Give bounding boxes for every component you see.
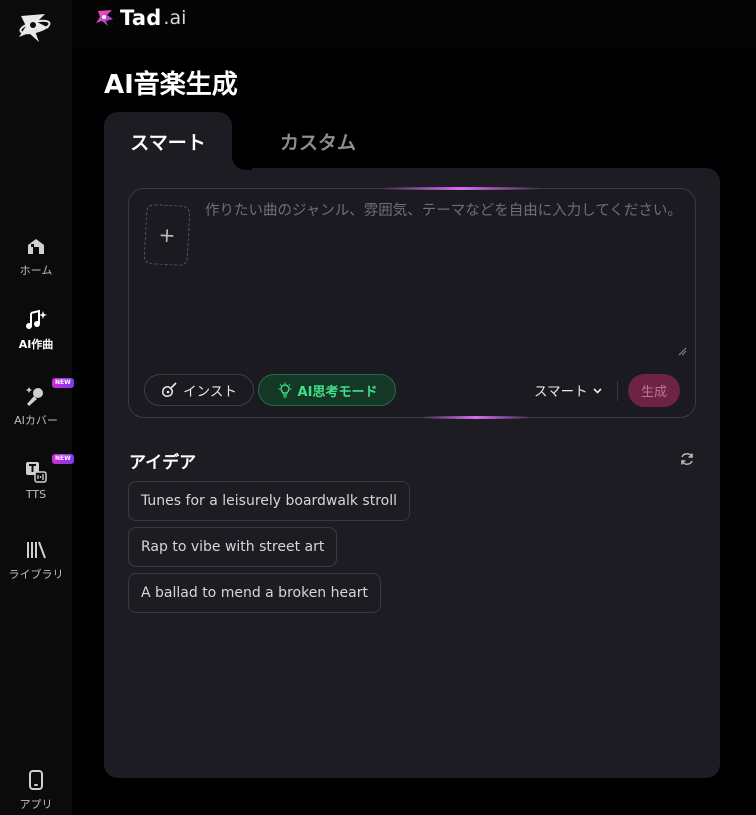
mode-dropdown[interactable]: スマート xyxy=(534,378,603,402)
idea-chip[interactable]: A ballad to mend a broken heart xyxy=(128,573,381,613)
music-sparkle-icon xyxy=(24,308,48,332)
refresh-icon[interactable] xyxy=(679,451,695,467)
sidebar-item-ai-cover[interactable]: AIカバー NEW xyxy=(0,378,74,444)
ai-thinking-mode-label: AI思考モード xyxy=(297,384,378,400)
sidebar-item-label: AIカバー xyxy=(14,414,58,427)
instrumental-toggle-button[interactable]: インスト xyxy=(144,374,254,406)
page-title: AI音楽生成 xyxy=(104,70,238,100)
tab-smart[interactable]: スマート xyxy=(104,112,232,170)
resize-handle-icon[interactable] xyxy=(678,347,687,356)
sidebar-item-app[interactable]: アプリ xyxy=(0,768,72,815)
tab-corner xyxy=(232,150,252,170)
sidebar-item-label: アプリ xyxy=(19,798,53,811)
sidebar-item-label: AI作曲 xyxy=(18,338,54,351)
sidebar: ホーム AI作曲 AIカバー NEW TTS NEW ライブラリ アプリ xyxy=(0,0,74,815)
tad-logo-icon xyxy=(96,10,113,26)
ai-thinking-mode-button[interactable]: AI思考モード xyxy=(258,374,396,406)
microphone-sparkle-icon xyxy=(24,384,48,408)
brand-suffix: .ai xyxy=(163,7,187,29)
phone-icon xyxy=(24,768,48,792)
idea-chip[interactable]: Tunes for a leisurely boardwalk stroll xyxy=(128,481,410,521)
glow-accent xyxy=(421,416,531,419)
instrumental-label: インスト xyxy=(183,384,237,400)
brand-logo[interactable]: Tad .ai xyxy=(94,6,186,30)
idea-chip[interactable]: Rap to vibe with street art xyxy=(128,527,338,567)
lightbulb-icon xyxy=(278,382,292,398)
guitar-icon xyxy=(162,382,177,397)
home-icon xyxy=(24,234,48,258)
sidebar-item-ai-compose[interactable]: AI作曲 xyxy=(0,308,72,368)
top-bar: Tad .ai xyxy=(72,0,756,48)
app-logo-icon[interactable] xyxy=(15,10,57,46)
prompt-composer: + インスト AI思考モード スマート 生成 xyxy=(128,187,696,419)
library-icon xyxy=(24,538,48,562)
sidebar-item-label: ライブラリ xyxy=(8,568,64,581)
tab-custom[interactable]: カスタム xyxy=(262,128,374,155)
sidebar-item-tts[interactable]: TTS NEW xyxy=(0,454,74,520)
mode-dropdown-value: スマート xyxy=(534,384,588,400)
glow-accent xyxy=(381,187,541,190)
new-badge: NEW xyxy=(52,454,74,464)
generate-button[interactable]: 生成 xyxy=(628,374,680,407)
divider xyxy=(617,381,618,401)
ideas-heading: アイデア xyxy=(129,453,197,473)
text-to-speech-icon xyxy=(24,460,48,484)
brand-name: Tad xyxy=(120,6,162,30)
sidebar-item-library[interactable]: ライブラリ xyxy=(0,538,72,598)
sidebar-item-home[interactable]: ホーム xyxy=(0,234,72,294)
chevron-down-icon xyxy=(593,387,602,394)
prompt-input[interactable] xyxy=(205,199,685,359)
new-badge: NEW xyxy=(52,378,74,388)
sidebar-item-label: ホーム xyxy=(19,264,53,277)
sidebar-item-label: TTS xyxy=(25,488,47,501)
upload-image-button[interactable]: + xyxy=(143,203,191,267)
plus-icon: + xyxy=(157,222,176,248)
